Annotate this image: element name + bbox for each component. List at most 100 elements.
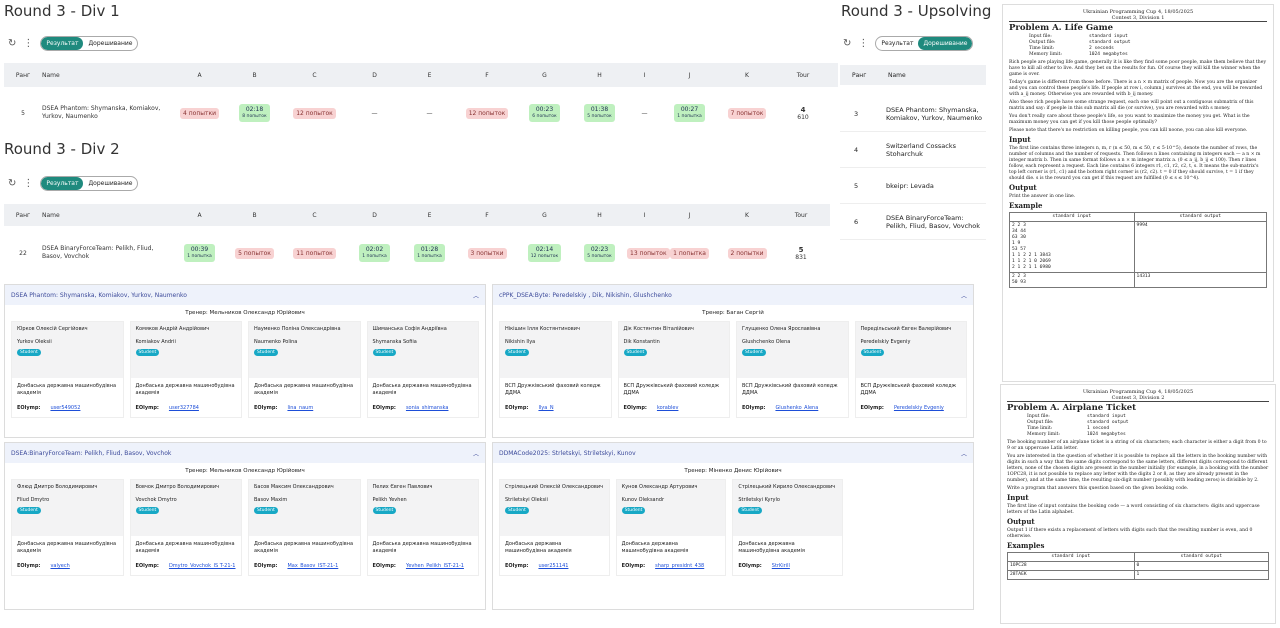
- eolymp-link[interactable]: Peredelskiy Evgeniy: [894, 405, 944, 411]
- problem-cell[interactable]: 5 попыток: [227, 247, 282, 259]
- col-header[interactable]: J: [662, 72, 717, 79]
- more-icon[interactable]: ⋮: [23, 38, 33, 49]
- col-header[interactable]: H: [572, 212, 627, 219]
- eolymp-link[interactable]: StrKirill: [772, 563, 790, 569]
- chevron-up-icon[interactable]: ︿: [473, 291, 479, 300]
- col-header[interactable]: Name: [42, 72, 172, 79]
- col-header[interactable]: I: [627, 72, 662, 79]
- eolymp-link[interactable]: korablev: [657, 405, 679, 411]
- table-row[interactable]: 4 Switzerland Cossacks Stoharchuk: [840, 132, 986, 168]
- col-header[interactable]: Ранг: [4, 212, 42, 219]
- col-header[interactable]: C: [282, 72, 347, 79]
- tab-upsolving[interactable]: Дорешивание: [83, 177, 137, 190]
- table-row[interactable]: 22 DSEA BinaryForceTeam: Pelikh, Fliud, B…: [4, 234, 830, 272]
- eolymp-link[interactable]: Glushenko_Alena: [775, 405, 818, 411]
- table-row[interactable]: 5 DSEA Phantom: Shymanska, Komiakov, Yurk…: [4, 96, 839, 130]
- eolymp-link[interactable]: user327784: [169, 405, 199, 411]
- problem-cell[interactable]: 00:39 1 попытка: [172, 244, 227, 262]
- tab-result[interactable]: Результат: [41, 177, 84, 190]
- team-panel-header[interactable]: DDMACode2025: Strletskyi, Striletskyi, K…: [493, 443, 973, 463]
- problem-cell[interactable]: 2 попытки: [717, 247, 777, 259]
- col-header[interactable]: A: [172, 72, 227, 79]
- ex-in-header: standard input: [1009, 212, 1135, 222]
- col-header[interactable]: B: [227, 72, 282, 79]
- problem-cell[interactable]: 12 попыток: [282, 107, 347, 119]
- col-header[interactable]: K: [717, 212, 777, 219]
- team-name[interactable]: DSEA BinaryForceTeam: Pelikh, Fliud, Bas…: [880, 214, 986, 230]
- col-header[interactable]: B: [227, 212, 282, 219]
- problem-cell[interactable]: 02:18 8 попыток: [227, 104, 282, 122]
- eolymp-link[interactable]: lina_naum: [287, 405, 313, 411]
- tab-upsolving[interactable]: Дорешивание: [918, 37, 973, 50]
- tab-upsolving[interactable]: Дорешивание: [83, 37, 137, 50]
- col-header[interactable]: A: [172, 212, 227, 219]
- tab-result[interactable]: Результат: [876, 37, 918, 50]
- problem-cell[interactable]: 02:14 12 попыток: [517, 244, 572, 262]
- col-header[interactable]: E: [402, 212, 457, 219]
- team-name[interactable]: DSEA Phantom: Shymanska, Komiakov, Yurko…: [880, 106, 986, 122]
- problem-cell[interactable]: 02:23 5 попыток: [572, 244, 627, 262]
- team-name[interactable]: Switzerland Cossacks Stoharchuk: [880, 142, 986, 158]
- problem-cell[interactable]: 13 попыток: [627, 247, 670, 259]
- tab-result[interactable]: Результат: [41, 37, 84, 50]
- chevron-up-icon[interactable]: ︿: [961, 291, 967, 300]
- table-row[interactable]: 6 DSEA BinaryForceTeam: Pelikh, Fliud, Ba…: [840, 204, 986, 240]
- col-header[interactable]: F: [457, 72, 517, 79]
- problem-cell[interactable]: —: [627, 110, 662, 117]
- output-text: Output 1 if there exists a replacement o…: [1007, 528, 1253, 539]
- problem-cell[interactable]: 4 попытки: [172, 107, 227, 119]
- col-header[interactable]: G: [517, 72, 572, 79]
- col-header[interactable]: K: [717, 72, 777, 79]
- problem-cell[interactable]: —: [402, 110, 457, 117]
- more-icon[interactable]: ⋮: [858, 38, 868, 49]
- eolymp-link[interactable]: Ilya_N: [538, 405, 553, 411]
- eolymp-link[interactable]: sonia_shimanska: [406, 405, 449, 411]
- col-header[interactable]: Tour: [777, 212, 825, 219]
- problem-cell[interactable]: 3 попытки: [457, 247, 517, 259]
- eolymp-link[interactable]: Yevhen_Pelikh_IST-21-1: [406, 563, 464, 569]
- problem-cell[interactable]: 11 попыток: [282, 247, 347, 259]
- problem-cell[interactable]: 7 попыток: [717, 107, 777, 119]
- col-header[interactable]: Name: [42, 212, 172, 219]
- col-header[interactable]: D: [347, 72, 402, 79]
- problem-cell[interactable]: 01:38 5 попыток: [572, 104, 627, 122]
- chevron-up-icon[interactable]: ︿: [961, 449, 967, 458]
- team-panel-header[interactable]: DSEA Phantom: Shymanska, Komiakov, Yurko…: [5, 285, 485, 305]
- more-icon[interactable]: ⋮: [23, 178, 33, 189]
- eolymp-link[interactable]: Max_Basov_IST-21-1: [287, 563, 338, 569]
- team-name[interactable]: DSEA BinaryForceTeam: Pelikh, Fliud, Bas…: [42, 245, 172, 261]
- cell-attempts: 5 попыток: [587, 114, 612, 119]
- eolymp-link[interactable]: sharp_presidnt_438: [655, 563, 704, 569]
- col-header[interactable]: I: [627, 212, 662, 219]
- problem-cell[interactable]: 02:02 1 попытка: [347, 244, 402, 262]
- col-header[interactable]: H: [572, 72, 627, 79]
- refresh-icon[interactable]: ↻: [8, 178, 16, 189]
- problem-cell[interactable]: 00:23 6 попыток: [517, 104, 572, 122]
- team-panel-header[interactable]: DSEA:BinaryForceTeam: Pelikh, Fliud, Bas…: [5, 443, 485, 463]
- col-header[interactable]: J: [662, 212, 717, 219]
- problem-cell[interactable]: 01:28 1 попытка: [402, 244, 457, 262]
- col-header[interactable]: Tour: [777, 72, 829, 79]
- eolymp-link[interactable]: user549052: [50, 405, 80, 411]
- team-panel-header[interactable]: cPPK_DSEA:Byte: Peredelskiy , Dik, Nikis…: [493, 285, 973, 305]
- col-header[interactable]: C: [282, 212, 347, 219]
- col-header[interactable]: G: [517, 212, 572, 219]
- eolymp-link[interactable]: user251141: [538, 563, 568, 569]
- eolymp-link[interactable]: Dmytro_Vovchok_IS T-21-1: [169, 563, 236, 569]
- refresh-icon[interactable]: ↻: [8, 38, 16, 49]
- refresh-icon[interactable]: ↻: [843, 38, 851, 49]
- team-name[interactable]: DSEA Phantom: Shymanska, Komiakov, Yurko…: [42, 105, 172, 121]
- col-header[interactable]: Ранг: [4, 72, 42, 79]
- col-header[interactable]: E: [402, 72, 457, 79]
- col-header[interactable]: F: [457, 212, 517, 219]
- col-header[interactable]: D: [347, 212, 402, 219]
- table-row[interactable]: 3 DSEA Phantom: Shymanska, Komiakov, Yurk…: [840, 96, 986, 132]
- problem-cell[interactable]: 12 попыток: [457, 107, 517, 119]
- eolymp-link[interactable]: valyech: [50, 563, 69, 569]
- team-name[interactable]: bkeipr: Levada: [880, 182, 986, 190]
- table-row[interactable]: 5 bkeipr: Levada: [840, 168, 986, 204]
- problem-cell[interactable]: 1 попытка: [662, 247, 717, 259]
- problem-cell[interactable]: —: [347, 110, 402, 117]
- chevron-up-icon[interactable]: ︿: [473, 449, 479, 458]
- problem-cell[interactable]: 00:27 1 попытка: [662, 104, 717, 122]
